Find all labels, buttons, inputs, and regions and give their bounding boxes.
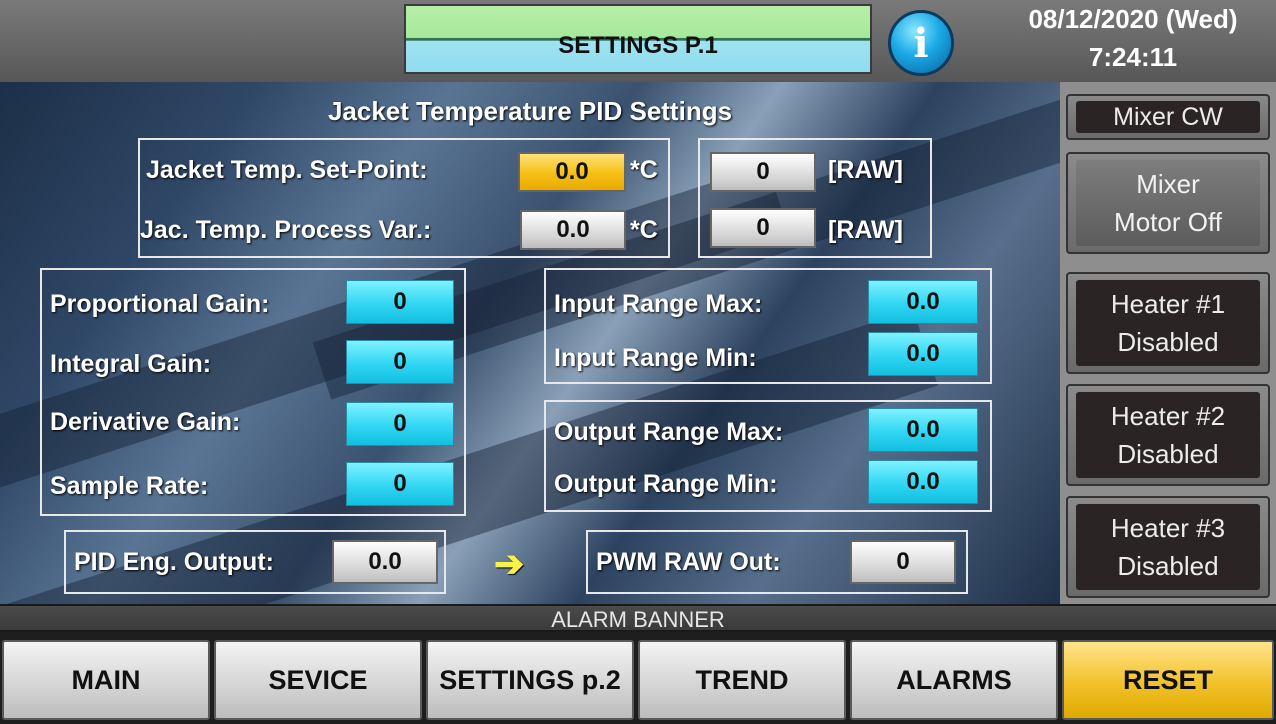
input-range-max-label: Input Range Max: [554, 290, 763, 318]
page-title: SETTINGS P.1 [404, 4, 872, 74]
output-range-max-label: Output Range Max: [554, 418, 784, 446]
heater-3-label: Heater #3 Disabled [1076, 504, 1260, 590]
heater-3-button[interactable]: Heater #3 Disabled [1066, 496, 1270, 598]
heater-1-label: Heater #1 Disabled [1076, 280, 1260, 366]
setpoint-raw-unit: [RAW] [828, 156, 903, 184]
process-var-value: 0.0 [520, 210, 626, 250]
pid-output-label: PID Eng. Output: [74, 548, 274, 576]
sample-rate-input[interactable]: 0 [346, 462, 454, 506]
derivative-gain-input[interactable]: 0 [346, 402, 454, 446]
mixer-motor-button[interactable]: Mixer Motor Off [1066, 152, 1270, 254]
pwm-output-value: 0 [850, 540, 956, 584]
input-range-min-input[interactable]: 0.0 [868, 332, 978, 376]
proportional-gain-input[interactable]: 0 [346, 280, 454, 324]
input-range-min-label: Input Range Min: [554, 344, 757, 372]
output-range-min-label: Output Range Min: [554, 470, 778, 498]
nav-service-button[interactable]: SEVICE [214, 640, 422, 720]
process-var-label: Jac. Temp. Process Var.: [140, 216, 432, 244]
proportional-gain-label: Proportional Gain: [50, 290, 270, 318]
nav-main-button[interactable]: MAIN [2, 640, 210, 720]
pid-output-value: 0.0 [332, 540, 438, 584]
date-display: 08/12/2020 (Wed) [1028, 4, 1238, 34]
process-var-raw-value: 0 [710, 208, 816, 248]
heater-1-button[interactable]: Heater #1 Disabled [1066, 272, 1270, 374]
derivative-gain-label: Derivative Gain: [50, 408, 241, 436]
mixer-motor-label: Mixer Motor Off [1076, 160, 1260, 246]
mixer-motor-line2: Motor Off [1114, 207, 1222, 237]
integral-gain-input[interactable]: 0 [346, 340, 454, 384]
heater-3-line2: Disabled [1117, 551, 1219, 581]
pwm-output-label: PWM RAW Out: [596, 548, 781, 576]
heater-1-line2: Disabled [1117, 327, 1219, 357]
mixer-motor-line1: Mixer [1136, 169, 1200, 199]
time-display: 7:24:11 [1088, 42, 1178, 72]
nav-alarms-button[interactable]: ALARMS [850, 640, 1058, 720]
integral-gain-label: Integral Gain: [50, 350, 212, 378]
section-heading: Jacket Temperature PID Settings [327, 96, 733, 126]
alarm-banner[interactable]: ALARM BANNER [0, 604, 1276, 632]
output-range-min-input[interactable]: 0.0 [868, 460, 978, 504]
heater-2-line1: Heater #2 [1110, 401, 1226, 431]
setpoint-label: Jacket Temp. Set-Point: [146, 156, 428, 184]
heater-2-label: Heater #2 Disabled [1076, 392, 1260, 478]
input-range-max-input[interactable]: 0.0 [868, 280, 978, 324]
process-var-raw-unit: [RAW] [828, 216, 903, 244]
mixer-direction-label: Mixer CW [1076, 101, 1260, 133]
heater-3-line1: Heater #3 [1110, 513, 1226, 543]
mixer-direction-button[interactable]: Mixer CW [1066, 94, 1270, 140]
setpoint-raw-value: 0 [710, 152, 816, 192]
info-icon[interactable]: i [888, 10, 954, 76]
nav-trend-button[interactable]: TREND [638, 640, 846, 720]
reset-button[interactable]: RESET [1062, 640, 1274, 720]
setpoint-unit: *C [630, 156, 658, 184]
nav-settings-p2-button[interactable]: SETTINGS p.2 [426, 640, 634, 720]
sample-rate-label: Sample Rate: [50, 472, 209, 500]
arrow-right-icon: ➔ [494, 543, 525, 584]
heater-2-button[interactable]: Heater #2 Disabled [1066, 384, 1270, 486]
setpoint-input[interactable]: 0.0 [518, 152, 626, 192]
process-var-unit: *C [630, 216, 658, 244]
output-range-max-input[interactable]: 0.0 [868, 408, 978, 452]
heater-2-line2: Disabled [1117, 439, 1219, 469]
heater-1-line1: Heater #1 [1110, 289, 1226, 319]
